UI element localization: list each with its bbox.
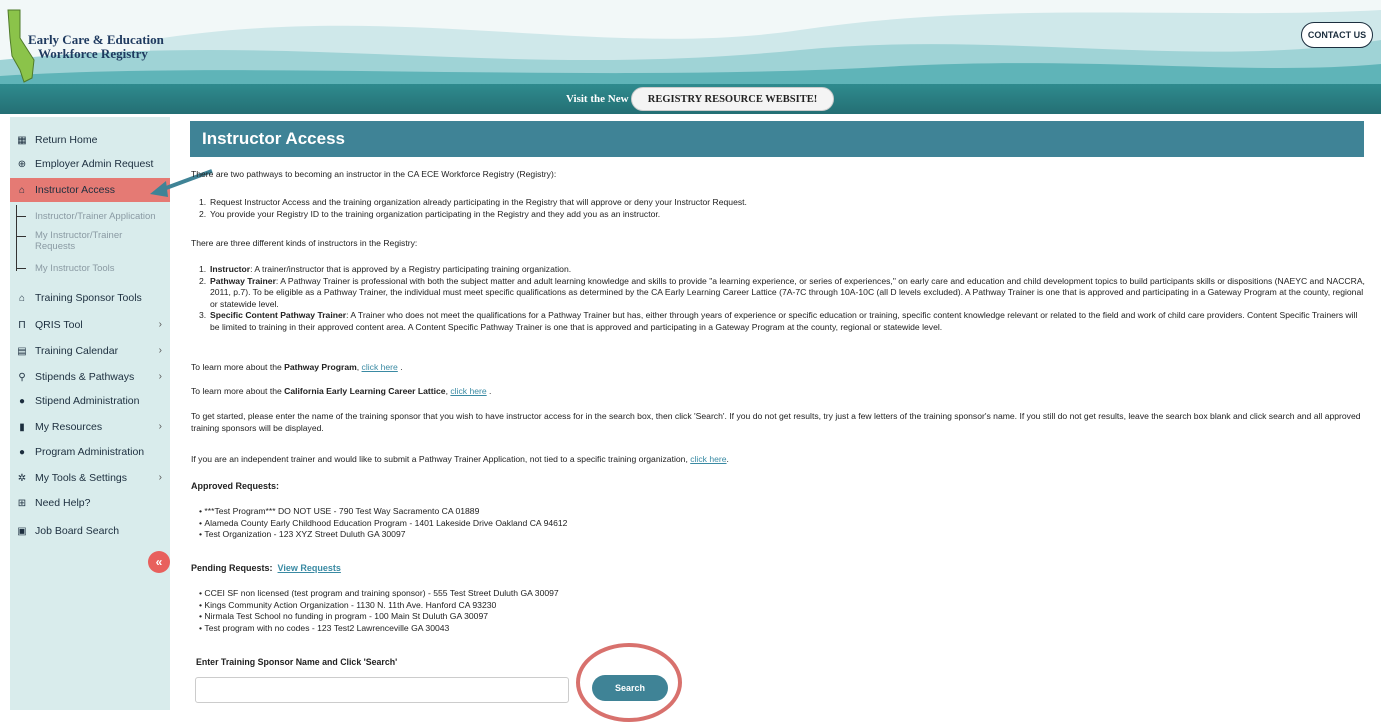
sidebar-item-label: Instructor Access — [35, 184, 115, 196]
contact-us-button[interactable]: CONTACT US — [1301, 22, 1373, 48]
chevron-right-icon: › — [158, 472, 162, 483]
user-icon: ● — [18, 395, 26, 407]
sidebar-item-label: My Resources — [35, 421, 103, 433]
view-requests-link[interactable]: View Requests — [278, 563, 341, 573]
learn-lattice-text: To learn more about the California Early… — [191, 386, 492, 396]
approved-requests-heading: Approved Requests: — [191, 481, 280, 491]
gears-icon: ✲ — [17, 472, 27, 484]
sidebar-item-label: Employer Admin Request — [35, 158, 154, 170]
independent-trainer-text: If you are an independent trainer and wo… — [191, 454, 729, 464]
sidebar-collapse-button[interactable]: « — [148, 551, 170, 573]
plus-box-icon: ⊞ — [17, 497, 27, 509]
sidebar-item-employer-admin-request[interactable]: ⊕ Employer Admin Request — [10, 152, 170, 176]
pathways-list: 1. Request Instructor Access and the trai… — [191, 197, 1366, 220]
sidebar-item-label: Return Home — [35, 134, 98, 146]
sidebar-item-label: Program Administration — [35, 446, 145, 458]
sidebar-item-stipends-pathways[interactable]: ⚲ Stipends & Pathways › — [10, 365, 170, 389]
sidebar-item-qris-tool[interactable]: Π QRIS Tool › — [10, 313, 170, 337]
list-item: 2. You provide your Registry ID to the tr… — [199, 208, 661, 219]
sidebar-item-stipend-administration[interactable]: ● Stipend Administration — [10, 389, 170, 413]
list-item: • CCEI SF non licensed (test program and… — [199, 588, 559, 598]
pending-requests-list: • CCEI SF non licensed (test program and… — [191, 588, 1366, 634]
card-icon: ▣ — [17, 525, 27, 537]
banner-text: Visit the New — [566, 93, 629, 105]
sidebar-item-label: QRIS Tool — [35, 319, 83, 331]
grid-icon: ▦ — [17, 134, 27, 146]
page-title: Instructor Access — [202, 129, 345, 148]
sidebar-item-label: Training Sponsor Tools — [35, 292, 142, 304]
training-sponsor-search-input[interactable] — [195, 677, 569, 703]
sidebar-item-training-sponsor-tools[interactable]: ⌂ Training Sponsor Tools — [10, 286, 170, 310]
sidebar-item-label: Stipend Administration — [35, 395, 140, 407]
approved-requests-list: • ***Test Program*** DO NOT USE - 790 Te… — [191, 506, 1366, 541]
chevron-right-icon: › — [158, 421, 162, 432]
sidebar: ▦ Return Home ⊕ Employer Admin Request ⌂… — [10, 117, 170, 710]
sidebar-subitem-instructor-tools[interactable]: My Instructor Tools — [10, 263, 170, 274]
learn-pathway-text: To learn more about the Pathway Program,… — [191, 362, 403, 372]
sidebar-subitem-instructor-application[interactable]: Instructor/Trainer Application — [10, 211, 170, 222]
list-item: • Test program with no codes - 123 Test2… — [199, 622, 450, 633]
sidebar-item-need-help[interactable]: ⊞ Need Help? — [10, 491, 170, 515]
sidebar-item-label: Training Calendar — [35, 345, 119, 357]
sidebar-subitem-my-requests[interactable]: My Instructor/Trainer Requests — [10, 230, 170, 252]
sidebar-item-program-administration[interactable]: ● Program Administration — [10, 440, 170, 464]
sidebar-item-label: My Tools & Settings — [35, 472, 128, 484]
logo[interactable]: Early Care & Education Workforce Registr… — [28, 33, 164, 61]
globe-icon: ⊕ — [17, 158, 27, 170]
calendar-icon: ▤ — [17, 345, 27, 357]
sidebar-item-training-calendar[interactable]: ▤ Training Calendar › — [10, 339, 170, 363]
list-item: • Kings Community Action Organization - … — [199, 599, 497, 610]
list-item: • Test Organization - 123 XYZ Street Dul… — [199, 529, 406, 539]
lattice-click-here-link[interactable]: click here — [450, 386, 486, 396]
file-icon: ▮ — [19, 421, 25, 433]
building-icon: Π — [18, 319, 26, 331]
chevron-right-icon: › — [158, 371, 162, 382]
pending-requests-heading: Pending Requests: View Requests — [191, 563, 341, 573]
user-icon: ● — [18, 446, 26, 458]
sidebar-item-label: Stipends & Pathways — [35, 371, 135, 383]
list-item: 3. Specific Content Pathway Trainer: A Tr… — [199, 310, 1358, 332]
sidebar-item-instructor-access[interactable]: ⌂ Instructor Access — [10, 178, 170, 202]
registry-resource-button[interactable]: REGISTRY RESOURCE WEBSITE! — [631, 87, 834, 111]
intro-text: There are two pathways to becoming an in… — [191, 169, 557, 179]
annotation-circle — [576, 643, 682, 722]
chevron-right-icon: › — [158, 319, 162, 330]
school-icon: ⌂ — [18, 184, 26, 196]
chevron-right-icon: › — [158, 345, 162, 356]
page-title-bar: Instructor Access — [190, 121, 1364, 157]
list-item: 1. Instructor: A trainer/instructor that … — [199, 264, 572, 274]
site-header: Early Care & Education Workforce Registr… — [0, 0, 1381, 84]
list-item: • Nirmala Test School no funding in prog… — [199, 611, 488, 621]
kinds-intro-text: There are three different kinds of instr… — [191, 238, 418, 248]
sidebar-item-return-home[interactable]: ▦ Return Home — [10, 128, 170, 152]
list-item: 1. Request Instructor Access and the trai… — [199, 197, 747, 207]
school-icon: ⌂ — [18, 292, 26, 304]
get-started-text: To get started, please enter the name of… — [191, 411, 1361, 433]
sidebar-item-label: Need Help? — [35, 497, 91, 509]
pathway-click-here-link[interactable]: click here — [362, 362, 398, 372]
kinds-list: 1. Instructor: A trainer/instructor that … — [191, 264, 1366, 333]
sidebar-item-my-tools-settings[interactable]: ✲ My Tools & Settings › — [10, 466, 170, 490]
sidebar-item-my-resources[interactable]: ▮ My Resources › — [10, 415, 170, 439]
independent-click-here-link[interactable]: click here — [690, 454, 726, 464]
search-label: Enter Training Sponsor Name and Click 'S… — [196, 657, 398, 667]
search-icon: ⚲ — [18, 371, 26, 383]
header-waves — [0, 0, 1381, 84]
logo-line2: Workforce Registry — [38, 46, 148, 61]
list-item: • ***Test Program*** DO NOT USE - 790 Te… — [199, 506, 480, 516]
sidebar-item-label: Job Board Search — [35, 525, 120, 537]
list-item: 2. Pathway Trainer: A Pathway Trainer is … — [199, 275, 1365, 309]
logo-line1: Early Care & Education — [28, 32, 164, 47]
list-item: • Alameda County Early Childhood Educati… — [199, 517, 568, 528]
sidebar-item-job-board-search[interactable]: ▣ Job Board Search — [10, 519, 170, 543]
